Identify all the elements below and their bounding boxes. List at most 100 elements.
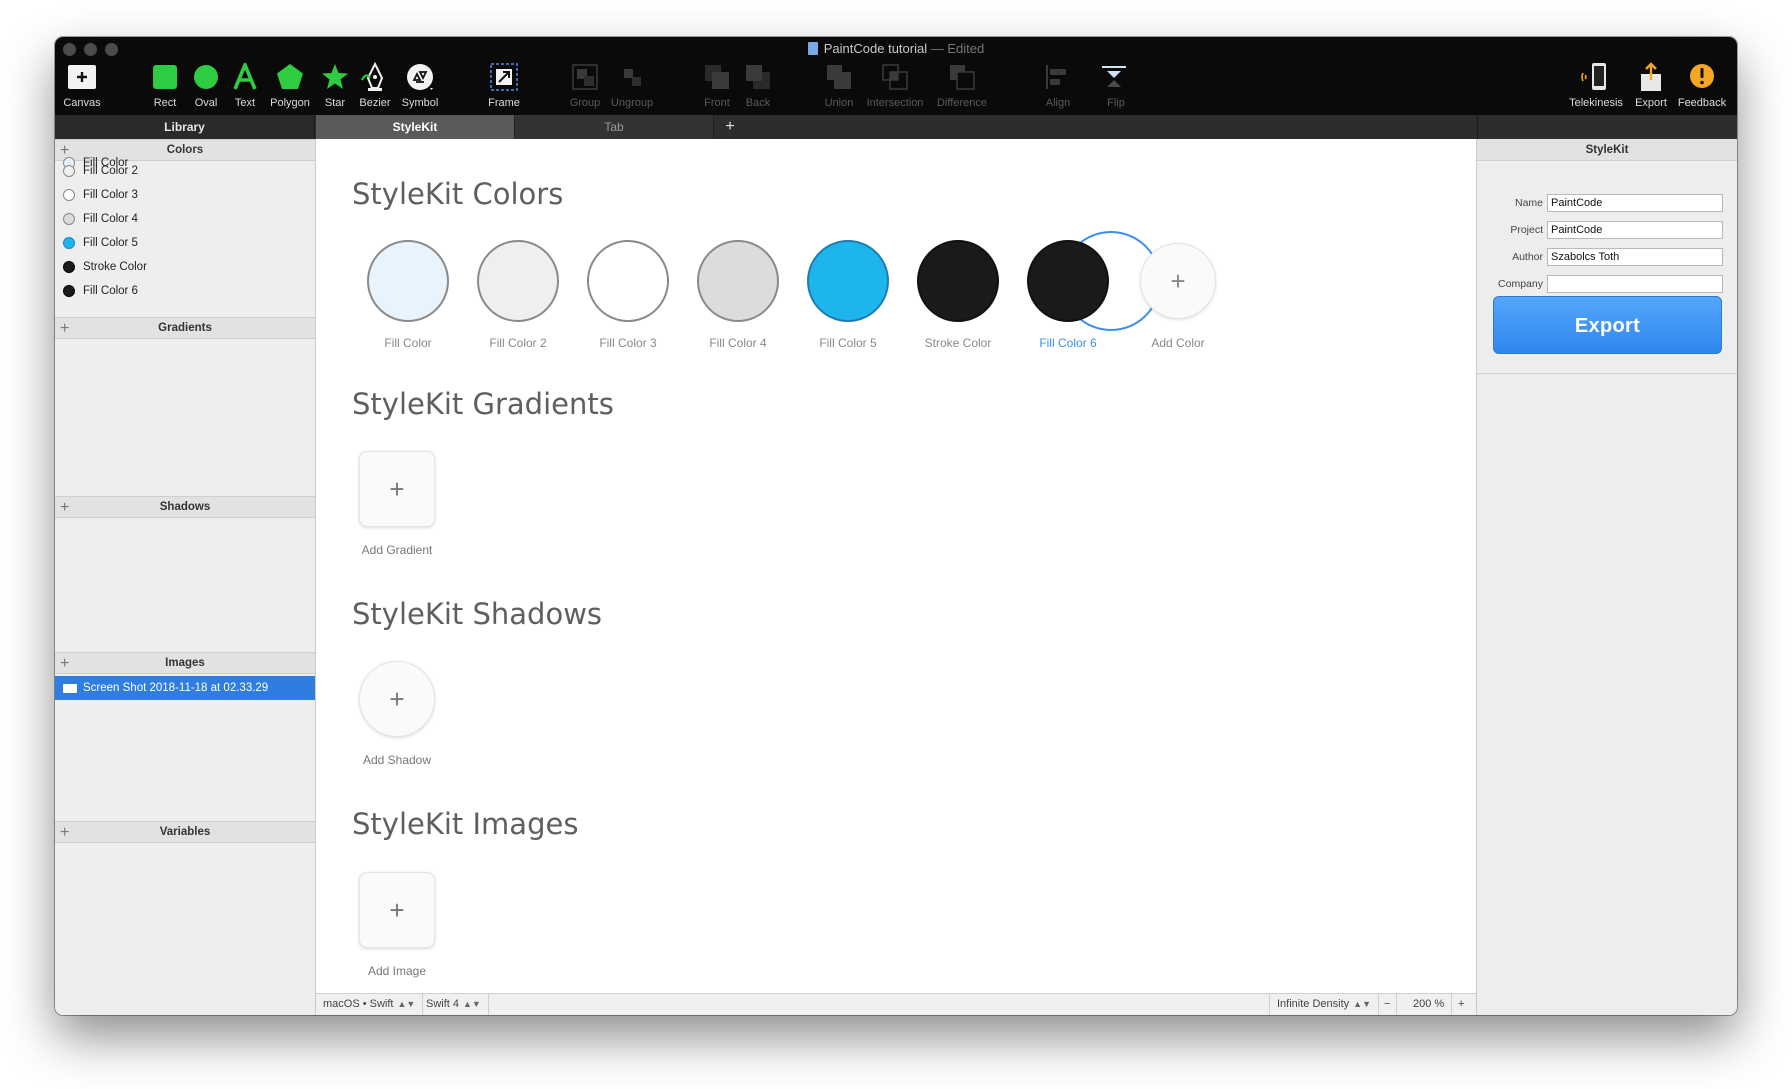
app-window: PaintCode tutorial — Edited Canvas Rect … xyxy=(55,37,1737,1015)
ungroup-icon xyxy=(616,61,648,93)
export-button[interactable]: Export xyxy=(1493,296,1722,354)
add-gradient-plus-icon[interactable]: + xyxy=(60,318,69,339)
name-field-row: Name PaintCode xyxy=(1477,194,1737,214)
toolbar: PaintCode tutorial — Edited Canvas Rect … xyxy=(55,37,1737,115)
flip-vertical-icon xyxy=(1102,66,1126,87)
add-variable-plus-icon[interactable]: + xyxy=(60,822,69,843)
tab-tab[interactable]: Tab xyxy=(515,115,714,139)
ungroup-button[interactable]: Ungroup xyxy=(605,61,659,109)
gradients-section-header: + Gradients xyxy=(55,317,315,339)
send-back-icon xyxy=(742,61,774,93)
project-field[interactable]: PaintCode xyxy=(1547,221,1723,239)
density-popup[interactable]: Infinite Density ▲▼ xyxy=(1269,994,1379,1015)
library-color-row[interactable]: Fill Color 6 xyxy=(55,279,315,303)
stylekit-color-swatch[interactable]: Fill Color 4 xyxy=(683,240,793,350)
add-color-plus-icon: + xyxy=(1140,243,1216,319)
gradients-title: StyleKit Gradients xyxy=(352,387,614,421)
add-color-button[interactable]: + Add Color xyxy=(1123,240,1233,350)
library-color-row[interactable]: Stroke Color xyxy=(55,255,315,279)
canvas-button[interactable]: Canvas xyxy=(55,61,109,109)
stylekit-color-swatch[interactable]: Fill Color 2 xyxy=(463,240,573,350)
add-tab-button[interactable]: + xyxy=(720,115,740,139)
union-button[interactable]: Union xyxy=(812,61,866,109)
stylekit-color-swatch[interactable]: Stroke Color xyxy=(903,240,1013,350)
plus-icon: + xyxy=(389,894,405,925)
library-color-row[interactable]: Fill Color 5 xyxy=(55,231,315,255)
add-image-plus-icon[interactable]: + xyxy=(60,653,69,674)
difference-icon xyxy=(946,61,978,93)
shadows-section-header: + Shadows xyxy=(55,496,315,518)
divider xyxy=(1477,373,1737,374)
images-section-header: + Images xyxy=(55,652,315,674)
add-gradient-label: Add Gradient xyxy=(361,543,433,557)
platform-popup[interactable]: macOS • Swift ▲▼ xyxy=(316,994,424,1015)
rectangle-icon xyxy=(149,61,181,93)
flip-button[interactable]: Flip xyxy=(1089,61,1143,109)
stylekit-color-swatch[interactable]: Fill Color xyxy=(353,240,463,350)
bring-front-icon xyxy=(701,61,733,93)
add-shadow-plus-icon[interactable]: + xyxy=(60,497,69,518)
author-field[interactable]: Szabolcs Toth xyxy=(1547,248,1723,266)
pentagon-icon xyxy=(274,61,306,93)
shadows-title: StyleKit Shadows xyxy=(352,597,603,631)
feedback-button[interactable]: Feedback xyxy=(1675,61,1729,109)
frame-tool[interactable]: Frame xyxy=(477,61,531,109)
group-button[interactable]: Group xyxy=(558,61,612,109)
variables-section-header: + Variables xyxy=(55,821,315,843)
export-toolbar-button[interactable]: Export xyxy=(1624,61,1678,109)
stylekit-color-swatch[interactable]: Fill Color 3 xyxy=(573,240,683,350)
updown-arrow-icon: ▲▼ xyxy=(397,999,416,1009)
name-field[interactable]: PaintCode xyxy=(1547,194,1723,212)
tab-stylekit[interactable]: StyleKit xyxy=(316,115,515,139)
zoom-level: 200 % xyxy=(1413,998,1445,1010)
color-swatch-icon xyxy=(63,213,75,225)
difference-button[interactable]: Difference xyxy=(935,61,989,109)
library-color-row[interactable]: Fill Color 2 xyxy=(55,159,315,183)
image-thumbnail-icon xyxy=(63,683,77,693)
symbol-tool[interactable]: Symbol xyxy=(393,61,447,109)
align-button[interactable]: Align xyxy=(1031,61,1085,109)
add-image-button[interactable]: + xyxy=(359,872,435,948)
frame-icon xyxy=(488,61,520,93)
language-popup[interactable]: Swift 4 ▲▼ xyxy=(419,994,489,1015)
phone-icon xyxy=(1580,61,1612,93)
group-icon xyxy=(569,61,601,93)
add-image-label: Add Image xyxy=(367,964,427,978)
library-header: Library xyxy=(55,115,315,139)
project-field-row: Project PaintCode xyxy=(1477,221,1737,241)
stylekit-color-swatch-selected[interactable]: Fill Color 6 xyxy=(1013,240,1123,350)
flip-icons xyxy=(1100,61,1132,93)
color-swatch-icon xyxy=(63,189,75,201)
add-shadow-button[interactable]: + xyxy=(359,661,435,737)
send-back-button[interactable]: Back xyxy=(731,61,785,109)
symbol-recycle-icon xyxy=(404,61,436,93)
inspector-title: StyleKit xyxy=(1477,139,1737,161)
zoom-out-button[interactable]: − xyxy=(1378,994,1398,1015)
intersection-button[interactable]: Intersection xyxy=(867,61,923,109)
library-color-row[interactable]: Fill Color 3 xyxy=(55,183,315,207)
tab-bar: Library StyleKit Tab + xyxy=(55,115,1737,139)
inspector-panel: StyleKit Name PaintCode Project PaintCod… xyxy=(1476,139,1737,1015)
color-circle xyxy=(1027,240,1109,322)
add-shadow-label: Add Shadow xyxy=(362,753,432,767)
plus-icon: + xyxy=(389,473,405,504)
color-circle xyxy=(367,240,449,322)
add-gradient-button[interactable]: + xyxy=(359,451,435,527)
document-icon xyxy=(807,42,818,55)
align-left-icon xyxy=(1042,61,1074,93)
company-field[interactable] xyxy=(1547,275,1723,293)
color-swatch-icon xyxy=(63,261,75,273)
library-color-row[interactable]: Fill Color 4 xyxy=(55,207,315,231)
telekinesis-button[interactable]: Telekinesis xyxy=(1569,61,1623,109)
text-a-icon xyxy=(229,61,261,93)
plus-icon: + xyxy=(389,683,405,714)
library-image-row[interactable]: Screen Shot 2018-11-18 at 02.33.29 xyxy=(55,676,315,700)
color-circle xyxy=(807,240,889,322)
stylekit-color-swatch[interactable]: Fill Color 5 xyxy=(793,240,903,350)
company-field-row: Company xyxy=(1477,275,1737,295)
zoom-in-button[interactable]: + xyxy=(1451,994,1470,1015)
stylekit-canvas: StyleKit Colors Fill Color Fill Color 2 … xyxy=(316,139,1476,993)
color-circle xyxy=(587,240,669,322)
export-share-icon xyxy=(1635,61,1667,93)
intersection-icon xyxy=(879,61,911,93)
